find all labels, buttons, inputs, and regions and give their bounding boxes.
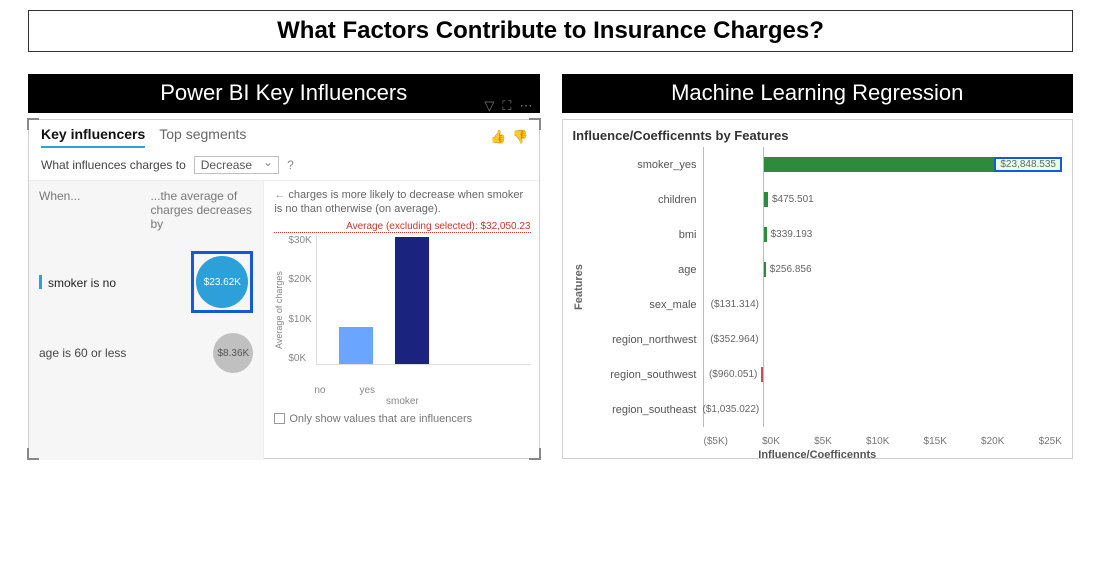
col-effect: ...the average of charges decreases by	[150, 189, 253, 231]
ml-category-label: children	[585, 194, 697, 206]
visual-action-icons: ▽ ⛶ ⋯	[484, 98, 532, 114]
powerbi-panel: Power BI Key Influencers ▽ ⛶ ⋯ Key influ…	[28, 60, 540, 459]
ml-plot-area: ($5K)$0K$5K$10K$15K$20K$25K $23,848.535$…	[703, 147, 1063, 427]
ml-x-ticks: ($5K) $0K $5K $10K $15K $20K $25K	[704, 436, 1063, 447]
ml-panel: Machine Learning Regression Influence/Co…	[562, 60, 1074, 459]
checkbox-label: Only show values that are influencers	[289, 413, 472, 425]
influencer-label: smoker is no	[39, 275, 142, 290]
ml-bar-row[interactable]: $475.501	[763, 192, 1062, 207]
ml-category-label: region_southeast	[585, 404, 697, 416]
mini-bar-chart: Average of charges $30K $20K $10K $0K	[274, 235, 530, 385]
highlighted-bubble-frame: $23.62K	[191, 251, 253, 313]
ml-xtick: $20K	[981, 436, 1004, 447]
ml-category-label: region_southwest	[585, 369, 697, 381]
bar-positive	[763, 157, 994, 172]
tab-key-influencers[interactable]: Key influencers	[41, 126, 145, 148]
ml-bar-row[interactable]: $256.856	[763, 262, 1062, 277]
ml-header: Machine Learning Regression	[562, 74, 1074, 113]
ml-ylabel: Features	[573, 147, 585, 427]
ml-bar-row[interactable]: ($1,035.022)	[704, 402, 764, 417]
xtick-no: no	[314, 385, 325, 396]
ml-category-labels: smoker_yes children bmi age sex_male region_n…	[585, 147, 703, 427]
ml-bar-row[interactable]: ($131.314)	[704, 297, 764, 312]
thumb-down-icon[interactable]: 👎	[512, 129, 528, 145]
mini-y-ticks: $30K $20K $10K $0K	[284, 235, 315, 365]
ml-chart-box: Influence/Coefficennts by Features Featu…	[562, 119, 1074, 459]
ml-bar-value: ($131.314)	[707, 299, 763, 310]
bar-no[interactable]	[339, 327, 373, 363]
ml-xtick: $0K	[762, 436, 780, 447]
page-title: What Factors Contribute to Insurance Cha…	[39, 17, 1062, 45]
influencer-detail: charges is more likely to decrease when …	[263, 181, 538, 460]
thumb-up-icon[interactable]: 👍	[490, 129, 506, 145]
ml-bar-value: $475.501	[768, 194, 818, 205]
ml-bar-value: ($960.051)	[705, 369, 761, 380]
mini-xlabel: smoker	[274, 396, 530, 407]
ml-bar-value: ($352.964)	[706, 334, 762, 345]
help-icon[interactable]: ?	[287, 158, 294, 172]
ml-xlabel: Influence/Coefficennts	[573, 449, 1063, 461]
focus-mode-icon[interactable]: ⛶	[502, 98, 511, 114]
only-influencers-checkbox[interactable]: Only show values that are influencers	[274, 413, 530, 425]
xtick-yes: yes	[359, 385, 375, 396]
ml-category-label: smoker_yes	[585, 159, 697, 171]
powerbi-visual: ▽ ⛶ ⋯ Key influencers Top segments 👍 👎 W…	[28, 119, 540, 459]
ml-bar-value: ($1,035.022)	[699, 404, 764, 415]
ml-category-label: age	[585, 264, 697, 276]
influencer-list: When... ...the average of charges decrea…	[29, 181, 263, 460]
ml-bar-row[interactable]: ($352.964)	[704, 332, 764, 347]
mini-ylabel: Average of charges	[274, 235, 284, 385]
more-options-icon[interactable]: ⋯	[520, 98, 533, 114]
zero-line	[763, 147, 764, 427]
filter-icon[interactable]: ▽	[484, 98, 494, 114]
ml-bar-value: $339.193	[767, 229, 817, 240]
ml-bar-value: $256.856	[766, 264, 816, 275]
influencer-label: age is 60 or less	[39, 346, 142, 360]
influencer-row[interactable]: age is 60 or less $8.36K	[39, 333, 253, 373]
ml-xtick: ($5K)	[704, 436, 728, 447]
bar-yes[interactable]	[395, 237, 429, 363]
ml-category-label: region_northwest	[585, 334, 697, 346]
page-title-container: What Factors Contribute to Insurance Cha…	[28, 10, 1073, 52]
ml-category-label: sex_male	[585, 299, 697, 311]
detail-text: charges is more likely to decrease when …	[274, 189, 530, 217]
ml-chart-title: Influence/Coefficennts by Features	[573, 128, 1063, 143]
influencer-row[interactable]: smoker is no $23.62K	[39, 251, 253, 313]
ml-bar-row[interactable]: ($960.051)	[704, 367, 764, 382]
ml-xtick: $5K	[814, 436, 832, 447]
ml-xtick: $25K	[1039, 436, 1062, 447]
question-prefix: What influences charges to	[41, 158, 186, 172]
direction-dropdown[interactable]: Decrease	[194, 156, 279, 174]
influencer-value-bubble: $8.36K	[213, 333, 253, 373]
ml-xtick: $15K	[924, 436, 947, 447]
ml-category-label: bmi	[585, 229, 697, 241]
col-when: When...	[39, 189, 80, 231]
ml-xtick: $10K	[866, 436, 889, 447]
influencer-value-bubble: $23.62K	[196, 256, 248, 308]
ml-bar-row[interactable]: $339.193	[763, 227, 1062, 242]
tab-top-segments[interactable]: Top segments	[159, 126, 246, 148]
checkbox-icon	[274, 413, 285, 424]
avg-line-label: Average (excluding selected): $32,050.23	[274, 221, 530, 233]
powerbi-header: Power BI Key Influencers	[28, 74, 540, 113]
ml-bar-value-highlighted: $23,848.535	[994, 157, 1062, 172]
ml-bar-row[interactable]: $23,848.535	[763, 157, 1062, 172]
